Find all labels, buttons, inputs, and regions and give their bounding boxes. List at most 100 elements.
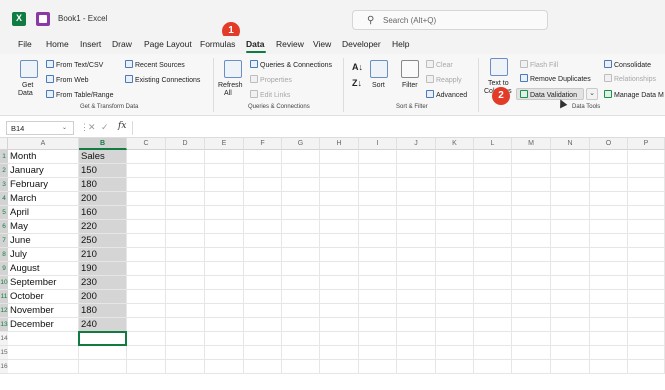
cell-f11[interactable] (244, 290, 282, 304)
cell-e3[interactable] (205, 178, 244, 192)
cell-b2[interactable]: 150 (79, 164, 127, 178)
cell-o8[interactable] (590, 248, 628, 262)
cell-d8[interactable] (166, 248, 205, 262)
cell-i11[interactable] (359, 290, 397, 304)
cell-i16[interactable] (359, 360, 397, 374)
cell-j1[interactable] (397, 150, 436, 164)
existing-connections-button[interactable]: Existing Connections (125, 75, 200, 84)
cell-h4[interactable] (320, 192, 359, 206)
cell-m9[interactable] (512, 262, 551, 276)
tab-page-layout[interactable]: Page Layout (144, 39, 192, 49)
cell-k1[interactable] (436, 150, 474, 164)
cell-e4[interactable] (205, 192, 244, 206)
cell-l13[interactable] (474, 318, 512, 332)
cancel-icon[interactable]: ✕ (88, 122, 96, 133)
cell-f5[interactable] (244, 206, 282, 220)
select-all-corner[interactable] (0, 138, 8, 150)
cell-g8[interactable] (282, 248, 320, 262)
cell-m1[interactable] (512, 150, 551, 164)
row-header[interactable]: 1 (0, 150, 8, 164)
cell-j13[interactable] (397, 318, 436, 332)
tab-review[interactable]: Review (276, 39, 304, 49)
cell-n12[interactable] (551, 304, 590, 318)
cell-k12[interactable] (436, 304, 474, 318)
cell-e15[interactable] (205, 346, 244, 360)
from-text-csv-button[interactable]: From Text/CSV (46, 60, 103, 69)
tab-view[interactable]: View (313, 39, 331, 49)
cell-h2[interactable] (320, 164, 359, 178)
cell-m5[interactable] (512, 206, 551, 220)
cell-m11[interactable] (512, 290, 551, 304)
queries-connections-button[interactable]: Queries & Connections (250, 60, 332, 69)
cell-f15[interactable] (244, 346, 282, 360)
cell-l12[interactable] (474, 304, 512, 318)
cell-a1[interactable]: Month (8, 150, 79, 164)
get-data-dropdown[interactable]: Data (18, 90, 33, 97)
column-header-k[interactable]: K (436, 138, 474, 150)
cell-k5[interactable] (436, 206, 474, 220)
cell-i4[interactable] (359, 192, 397, 206)
cell-a12[interactable]: November (8, 304, 79, 318)
cell-l5[interactable] (474, 206, 512, 220)
cell-m8[interactable] (512, 248, 551, 262)
column-header-f[interactable]: F (244, 138, 282, 150)
cell-l2[interactable] (474, 164, 512, 178)
cell-i7[interactable] (359, 234, 397, 248)
cell-h10[interactable] (320, 276, 359, 290)
cell-o2[interactable] (590, 164, 628, 178)
cell-p14[interactable] (628, 332, 665, 346)
cell-a7[interactable]: June (8, 234, 79, 248)
cell-i1[interactable] (359, 150, 397, 164)
cell-c15[interactable] (127, 346, 166, 360)
cell-m4[interactable] (512, 192, 551, 206)
row-header[interactable]: 7 (0, 234, 8, 248)
cell-a10[interactable]: September (8, 276, 79, 290)
cell-l3[interactable] (474, 178, 512, 192)
cell-k13[interactable] (436, 318, 474, 332)
cell-f4[interactable] (244, 192, 282, 206)
cell-c6[interactable] (127, 220, 166, 234)
cell-m12[interactable] (512, 304, 551, 318)
cell-g15[interactable] (282, 346, 320, 360)
cell-g7[interactable] (282, 234, 320, 248)
cell-i3[interactable] (359, 178, 397, 192)
cell-l6[interactable] (474, 220, 512, 234)
cell-l16[interactable] (474, 360, 512, 374)
cell-i2[interactable] (359, 164, 397, 178)
cell-m16[interactable] (512, 360, 551, 374)
text-to-columns-icon[interactable] (490, 58, 508, 76)
refresh-all-button[interactable]: Refresh (218, 82, 243, 89)
cell-f12[interactable] (244, 304, 282, 318)
cell-p10[interactable] (628, 276, 665, 290)
cell-p9[interactable] (628, 262, 665, 276)
cell-k7[interactable] (436, 234, 474, 248)
cell-o9[interactable] (590, 262, 628, 276)
cell-n3[interactable] (551, 178, 590, 192)
cell-h6[interactable] (320, 220, 359, 234)
cell-h16[interactable] (320, 360, 359, 374)
row-header[interactable]: 10 (0, 276, 8, 290)
cell-c3[interactable] (127, 178, 166, 192)
cell-d12[interactable] (166, 304, 205, 318)
cell-f3[interactable] (244, 178, 282, 192)
cell-g3[interactable] (282, 178, 320, 192)
insert-function-icon[interactable]: fx (118, 121, 126, 131)
recent-sources-button[interactable]: Recent Sources (125, 60, 185, 69)
cell-k15[interactable] (436, 346, 474, 360)
cell-h14[interactable] (320, 332, 359, 346)
cell-n9[interactable] (551, 262, 590, 276)
cell-a3[interactable]: February (8, 178, 79, 192)
column-header-c[interactable]: C (127, 138, 166, 150)
cell-g5[interactable] (282, 206, 320, 220)
data-validation-dropdown[interactable]: ⌄ (586, 88, 598, 100)
cell-l9[interactable] (474, 262, 512, 276)
cell-d5[interactable] (166, 206, 205, 220)
column-header-d[interactable]: D (166, 138, 205, 150)
cell-g11[interactable] (282, 290, 320, 304)
cell-a8[interactable]: July (8, 248, 79, 262)
cell-b1[interactable]: Sales (79, 150, 127, 164)
cell-m7[interactable] (512, 234, 551, 248)
cell-b15[interactable] (79, 346, 127, 360)
tab-file[interactable]: File (18, 39, 32, 49)
cell-n8[interactable] (551, 248, 590, 262)
